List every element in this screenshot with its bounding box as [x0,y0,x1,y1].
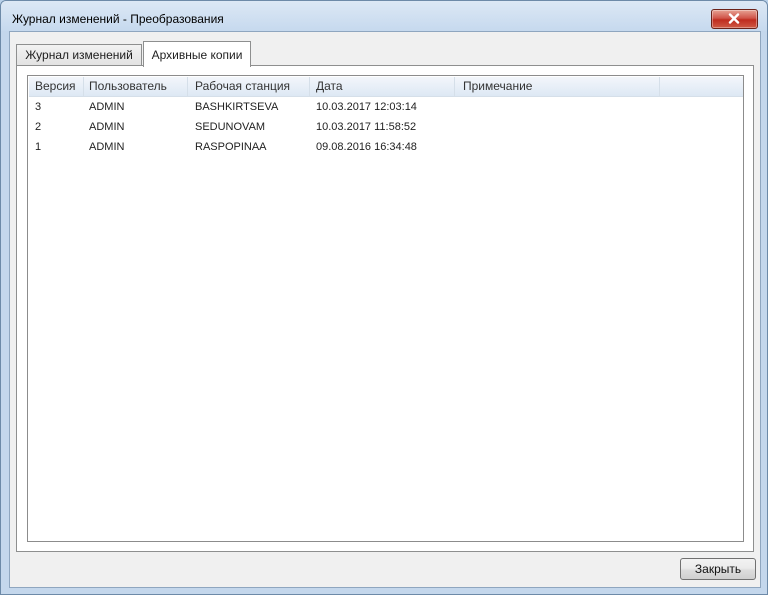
column-header-workstation[interactable]: Рабочая станция [189,77,310,96]
cell-version: 3 [35,101,42,113]
cell-user: ADMIN [89,141,125,153]
cell-note [457,97,659,117]
column-header-version[interactable]: Версия [29,77,84,96]
cell-date: 10.03.2017 12:03:14 [316,101,417,113]
cell-date: 09.08.2016 16:34:48 [316,141,417,153]
cell-user: ADMIN [89,101,125,113]
column-header-user[interactable]: Пользователь [83,77,188,96]
cell-version: 1 [35,141,42,153]
column-header-filler [661,77,749,96]
archive-grid[interactable]: Версия Пользователь Рабочая станция Дата… [27,75,744,542]
window-title: Журнал изменений - Преобразования [12,12,224,26]
grid-header: Версия Пользователь Рабочая станция Дата… [29,77,743,97]
tab-archive-copies[interactable]: Архивные копии [143,41,251,67]
column-header-date[interactable]: Дата [310,77,455,96]
cell-workstation: RASPOPINAA [195,141,267,153]
table-row[interactable]: 1 ADMIN RASPOPINAA 09.08.2016 16:34:48 [29,137,743,157]
tab-panel: Версия Пользователь Рабочая станция Дата… [16,65,754,552]
cell-version: 2 [35,121,42,133]
cell-date: 10.03.2017 11:58:52 [316,121,417,133]
close-button[interactable]: Закрыть [680,558,756,580]
cell-user: ADMIN [89,121,125,133]
window-close-button[interactable] [711,9,758,29]
close-icon [728,13,740,24]
table-row[interactable]: 3 ADMIN BASHKIRTSEVA 10.03.2017 12:03:14 [29,97,743,117]
tab-change-log[interactable]: Журнал изменений [16,44,142,66]
cell-note [457,117,659,137]
cell-workstation: BASHKIRTSEVA [195,101,279,113]
column-header-note[interactable]: Примечание [457,77,660,96]
dialog-client-area: Журнал изменений Архивные копии Версия П… [9,31,761,588]
dialog-window: Журнал изменений - Преобразования Журнал… [0,0,768,595]
table-row[interactable]: 2 ADMIN SEDUNOVAM 10.03.2017 11:58:52 [29,117,743,137]
title-bar[interactable]: Журнал изменений - Преобразования [1,1,767,31]
cell-workstation: SEDUNOVAM [195,121,266,133]
cell-note [457,137,659,157]
